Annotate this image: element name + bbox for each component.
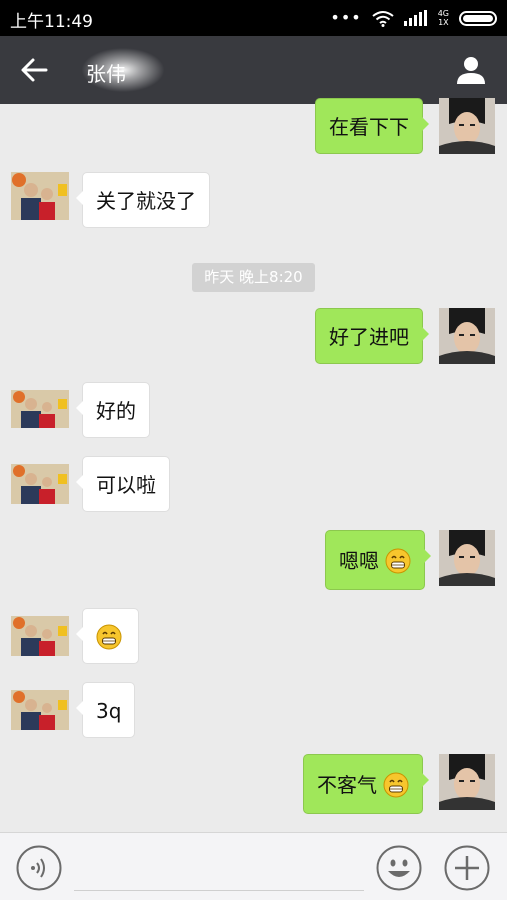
- message-bubble[interactable]: 好的: [76, 382, 150, 438]
- grin-emoji-icon: [96, 624, 122, 649]
- wifi-icon: [372, 10, 394, 27]
- message-bubble[interactable]: 3q: [75, 682, 136, 738]
- self-avatar[interactable]: [439, 530, 495, 586]
- message-bubble[interactable]: 在看下下: [315, 98, 429, 154]
- person-icon[interactable]: [455, 54, 487, 86]
- status-bar: 上午11:49 ••• 4G 1X: [0, 0, 507, 36]
- chat-title: 张伟: [68, 42, 188, 98]
- status-icons: ••• 4G 1X: [330, 8, 497, 28]
- signal-icon: [403, 10, 427, 26]
- chat-header: 张伟: [0, 36, 507, 104]
- chat-title-text: 张伟: [86, 62, 126, 86]
- message-bubble[interactable]: 可以啦: [76, 456, 170, 512]
- contact-avatar[interactable]: [11, 172, 69, 220]
- timestamp-divider: 昨天 晚上8:20: [192, 263, 315, 292]
- contact-avatar[interactable]: [11, 464, 69, 504]
- contact-avatar[interactable]: [11, 390, 69, 428]
- message-bubble[interactable]: 不客气: [303, 754, 430, 814]
- message-bubble[interactable]: 关了就没了: [76, 172, 210, 228]
- battery-icon: [459, 10, 497, 26]
- voice-icon[interactable]: [16, 845, 62, 891]
- message-list[interactable]: 在看下下 关了就没了 昨天 晚上8:20 好了进吧 好的 可以啦 嗯嗯 3q 不…: [0, 98, 507, 832]
- self-avatar[interactable]: [439, 308, 495, 364]
- self-avatar[interactable]: [439, 98, 495, 154]
- message-input[interactable]: [74, 845, 364, 891]
- input-bar: [0, 832, 507, 900]
- plus-icon[interactable]: [444, 845, 490, 891]
- grin-emoji-icon: [385, 548, 411, 573]
- message-bubble[interactable]: 嗯嗯: [325, 530, 432, 590]
- status-time: 上午11:49: [10, 12, 93, 32]
- more-dots-icon: •••: [330, 8, 362, 27]
- back-arrow-icon[interactable]: [18, 54, 50, 86]
- message-bubble[interactable]: [76, 608, 139, 664]
- grin-emoji-icon: [383, 772, 409, 797]
- network-type: 4G 1X: [437, 9, 449, 27]
- smiley-icon[interactable]: [376, 845, 422, 891]
- contact-avatar[interactable]: [11, 690, 69, 730]
- contact-avatar[interactable]: [11, 616, 69, 656]
- self-avatar[interactable]: [439, 754, 495, 810]
- message-bubble[interactable]: 好了进吧: [315, 308, 429, 364]
